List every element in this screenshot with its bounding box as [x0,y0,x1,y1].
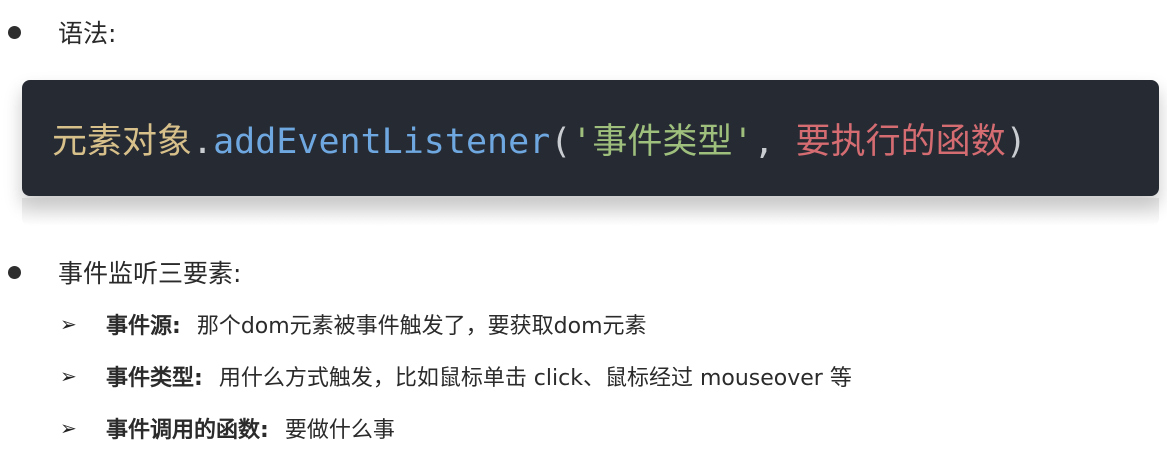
arrow-bullet-icon: ➢ [60,416,77,440]
arrow-bullet-icon: ➢ [60,312,77,336]
list-item: ➢ 事件类型: 用什么方式触发，比如鼠标单击 click、鼠标经过 mouseo… [60,360,852,392]
bullet-dot-icon [8,25,21,39]
list-item: ➢ 事件调用的函数: 要做什么事 [60,412,395,444]
term-event-handler: 事件调用的函数: [106,418,269,443]
desc-event-handler: 要做什么事 [284,418,395,443]
code-comma: , [753,121,775,162]
term-event-source: 事件源: [106,314,181,339]
slide-page: 语法: 元素对象.addEventListener('事件类型', 要执行的函数… [0,0,1167,475]
code-event-type-string: '事件类型' [571,121,754,162]
code-block-reflection [22,198,1159,226]
list-item: ➢ 事件源: 那个dom元素被事件触发了，要获取dom元素 [60,308,647,340]
syntax-label: 语法: [58,19,117,48]
code-open-paren: ( [550,121,572,162]
syntax-bullet: 语法: [8,14,116,50]
code-block: 元素对象.addEventListener('事件类型', 要执行的函数) [22,80,1159,196]
code-element-object: 元素对象 [52,121,193,162]
desc-event-type: 用什么方式触发，比如鼠标单击 click、鼠标经过 mouseover 等 [218,366,852,391]
bullet-dot-icon [8,265,21,279]
three-elements-label: 事件监听三要素: [58,259,242,288]
code-line: 元素对象.addEventListener('事件类型', 要执行的函数) [52,113,1027,164]
arrow-bullet-icon: ➢ [60,364,77,388]
three-elements-bullet: 事件监听三要素: [8,254,241,290]
code-callback: 要执行的函数 [795,121,1006,162]
desc-event-source: 那个dom元素被事件触发了，要获取dom元素 [196,314,647,339]
code-dot: . [192,121,214,162]
code-method: addEventListener [213,121,551,162]
code-close-paren: ) [1005,121,1027,162]
term-event-type: 事件类型: [106,366,203,391]
